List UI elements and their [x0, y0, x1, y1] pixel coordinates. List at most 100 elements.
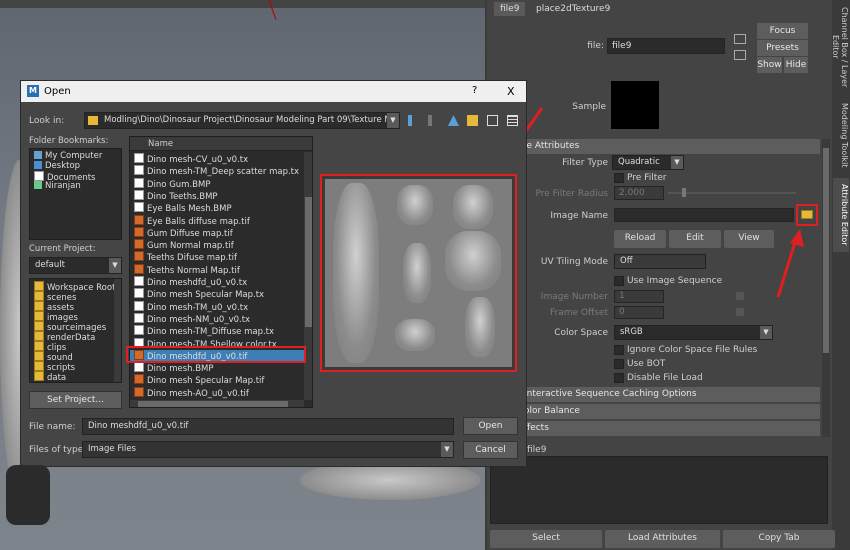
section-file-attributes[interactable]: le Attributes	[520, 139, 820, 154]
pre-filter-checkbox[interactable]	[614, 173, 624, 183]
look-in-path: Modling\Dino\Dinosaur Project\Dinosaur M…	[104, 115, 400, 125]
file-list-item[interactable]: Dino mesh.BMP	[130, 362, 306, 374]
use-bot-checkbox[interactable]	[614, 359, 624, 369]
chevron-down-icon: ▼	[671, 156, 683, 169]
cancel-button[interactable]: Cancel	[463, 441, 518, 459]
look-in-dropdown[interactable]: Modling\Dino\Dinosaur Project\Dinosaur M…	[84, 112, 400, 129]
file-list-item[interactable]: Gum Diffuse map.tif	[130, 226, 306, 239]
bookmark-my-computer[interactable]: My Computer	[34, 151, 102, 161]
file-name-field[interactable]: file9	[607, 38, 725, 54]
file-list-item[interactable]: Dino mesh-AO_u0_v0.tif	[130, 386, 306, 399]
name-column-header[interactable]: Name	[130, 137, 312, 151]
show-button[interactable]: Show	[757, 57, 782, 73]
right-side-tabs: Channel Box / Layer Editor Modeling Tool…	[831, 0, 850, 550]
uv-tiling-mode-dropdown[interactable]: Off	[614, 254, 706, 269]
load-attributes-button[interactable]: Load Attributes	[605, 530, 720, 548]
image-number-key-icon[interactable]	[736, 292, 744, 300]
frame-offset-key-icon[interactable]	[736, 308, 744, 316]
file-name-input[interactable]: Dino meshdfd_u0_v0.tif	[82, 418, 454, 435]
file-list: Name Dino mesh-CV_u0_v0.tx Dino mesh-TM_D…	[129, 136, 313, 408]
list-view-icon[interactable]	[487, 115, 498, 126]
bookmarks-list: My Computer Desktop Documents Niranjan	[29, 148, 122, 240]
file-list-item[interactable]: Dino Gum.BMP	[130, 177, 306, 190]
color-space-label: Color Space	[554, 328, 608, 338]
detail-view-icon[interactable]	[507, 115, 518, 126]
file-list-item[interactable]: Dino mesh-CV_u0_v0.tx	[130, 153, 306, 165]
texture-piece	[397, 185, 433, 225]
disable-file-load-label: Disable File Load	[627, 373, 703, 383]
section-color-balance[interactable]: olor Balance	[520, 404, 820, 419]
edit-button[interactable]: Edit	[669, 230, 721, 248]
reload-button[interactable]: Reload	[614, 230, 666, 248]
bookmark-niranjan[interactable]: Niranjan	[34, 181, 81, 191]
disable-file-load-checkbox[interactable]	[614, 373, 624, 383]
notes-field[interactable]	[490, 456, 828, 524]
pre-filter-radius-slider-handle[interactable]	[682, 188, 686, 197]
up-folder-icon[interactable]	[448, 115, 459, 126]
image-name-field[interactable]	[614, 208, 794, 222]
image-file-icon	[134, 386, 144, 397]
view-button[interactable]: View	[724, 230, 774, 248]
open-button[interactable]: Open	[463, 417, 518, 435]
folder-icon	[34, 331, 44, 341]
forward-icon[interactable]	[428, 115, 439, 126]
help-button[interactable]: ?	[472, 85, 477, 96]
file-list-item[interactable]: Dino mesh-NM_u0_v0.tx	[130, 312, 306, 325]
close-button[interactable]: X	[507, 85, 515, 98]
use-image-sequence-checkbox[interactable]	[614, 276, 624, 286]
texture-head-shape	[333, 183, 379, 363]
file-list-item[interactable]: Dino Teeths.BMP	[130, 189, 306, 202]
file-list-item[interactable]: Eye Balls Mesh.BMP	[130, 202, 306, 214]
back-icon[interactable]	[408, 115, 419, 126]
section-caching-options[interactable]: Interactive Sequence Caching Options	[520, 387, 820, 402]
tab-channel-box[interactable]: Channel Box / Layer Editor	[831, 2, 849, 92]
ignore-color-space-checkbox[interactable]	[614, 345, 624, 355]
file-list-item[interactable]: Teeths Difuse map.tif	[130, 251, 306, 263]
pre-filter-radius-field[interactable]: 2.000	[614, 186, 664, 200]
file-list-scrollbar-thumb[interactable]	[305, 197, 312, 327]
file-list-item[interactable]: Eye Balls diffuse map.tif	[130, 214, 306, 227]
current-project-dropdown[interactable]: default ▼	[29, 257, 122, 274]
select-button[interactable]: Select	[490, 530, 602, 548]
project-list-scrollbar[interactable]	[114, 279, 121, 382]
dialog-title-bar[interactable]: M Open ? X	[21, 81, 526, 102]
tab-attribute-editor[interactable]: Attribute Editor	[833, 178, 849, 252]
tab-file9[interactable]: file9	[494, 2, 526, 16]
file-list-item[interactable]: Dino mesh Specular Map.tif	[130, 374, 306, 386]
file-list-item[interactable]: Dino mesh-TM_u0_v0.tx	[130, 300, 306, 313]
section-effects[interactable]: ffects	[520, 421, 820, 436]
file-list-item[interactable]: Dino mesh-TM_Diffuse map.tx	[130, 325, 306, 337]
output-connect-icon[interactable]	[734, 50, 746, 60]
hide-button[interactable]: Hide	[784, 57, 808, 73]
file-list-h-scrollbar-thumb[interactable]	[138, 401, 288, 407]
set-project-button[interactable]: Set Project...	[29, 391, 122, 409]
image-number-field[interactable]: 1	[614, 290, 664, 303]
folder-data[interactable]: data	[34, 371, 66, 382]
texture-piece	[445, 231, 501, 291]
new-folder-icon[interactable]	[467, 115, 478, 126]
tab-place2dtexture9[interactable]: place2dTexture9	[530, 2, 616, 16]
pre-filter-radius-slider[interactable]	[668, 192, 796, 194]
filter-type-dropdown[interactable]: Quadratic ▼	[612, 155, 684, 170]
file-list-item-label: Dino meshdfd_u0_v0.tx	[147, 278, 248, 288]
computer-icon	[34, 151, 42, 159]
focus-button[interactable]: Focus	[757, 23, 808, 39]
chevron-down-icon: ▼	[109, 258, 121, 273]
bookmark-desktop[interactable]: Desktop	[34, 161, 80, 171]
presets-button[interactable]: Presets	[757, 40, 808, 56]
file-list-item[interactable]: Dino mesh Specular Map.tx	[130, 288, 306, 300]
attributes-scrollbar-thumb[interactable]	[823, 148, 829, 353]
copy-tab-button[interactable]: Copy Tab	[723, 530, 835, 548]
file-list-item[interactable]: Dino mesh-TM_Deep scatter map.tx	[130, 165, 306, 177]
file-list-item[interactable]: Teeths Normal Map.tif	[130, 263, 306, 276]
file-icon	[134, 153, 144, 163]
file-list-item[interactable]: Gum Normal map.tif	[130, 239, 306, 251]
tab-modeling-toolkit[interactable]: Modeling Toolkit	[833, 100, 849, 170]
files-of-type-dropdown[interactable]: Image Files ▼	[82, 441, 454, 458]
input-connect-icon[interactable]	[734, 34, 746, 44]
frame-offset-field[interactable]: 0	[614, 306, 664, 319]
folder-icon	[34, 321, 44, 331]
color-space-dropdown[interactable]: sRGB ▼	[614, 325, 773, 340]
folder-icon[interactable]	[801, 210, 813, 219]
file-list-item[interactable]: Dino meshdfd_u0_v0.tx	[130, 276, 306, 288]
